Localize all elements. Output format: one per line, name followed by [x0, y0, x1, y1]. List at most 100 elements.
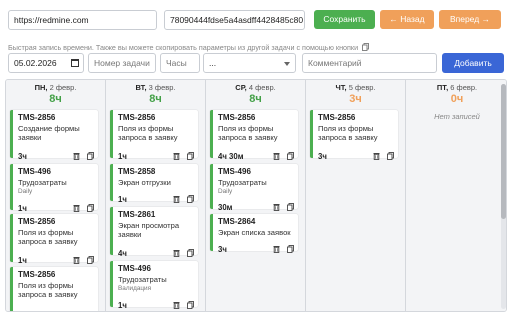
scrollbar-track[interactable] [501, 84, 506, 309]
hours-input[interactable]: Часы [160, 53, 200, 73]
activity-select[interactable]: ... [203, 53, 296, 73]
entry-task-key: TMS-2856 [18, 270, 56, 279]
entry-task-key: TMS-2856 [18, 113, 56, 122]
activity-value: ... [209, 58, 217, 68]
day-column-fri: ПТ, 6 февр. 0ч Нет записей [406, 80, 506, 311]
copy-icon[interactable] [287, 147, 294, 160]
trash-icon[interactable] [273, 240, 280, 253]
day-hours-total: 0ч [450, 93, 464, 105]
trash-icon[interactable] [73, 147, 80, 160]
day-name: ПТ, [436, 83, 449, 92]
entry-title: Трудозатраты [218, 178, 267, 187]
entry-task-key: TMS-496 [218, 167, 251, 176]
time-entry-card[interactable]: TMS-496 Трудозатраты Валидация 1ч [110, 261, 198, 310]
date-value: 05.02.2026 [14, 58, 57, 68]
time-entry-card[interactable]: TMS-2861 Экран просмотра заявки 4ч [110, 207, 198, 258]
day-date: 3 февр. [148, 83, 176, 92]
copy-icon[interactable] [287, 240, 294, 253]
day-header: ВТ, 3 февр. 8ч [106, 80, 205, 108]
entry-time: 4ч 30м [218, 152, 244, 161]
forward-button[interactable]: Вперед → [439, 10, 501, 29]
day-date: 5 февр. [348, 83, 376, 92]
entry-title: Создание формы заявки [18, 124, 80, 142]
calendar-icon[interactable] [71, 59, 79, 67]
entry-task-key: TMS-496 [118, 264, 151, 273]
day-date: 4 февр. [248, 83, 276, 92]
copy-icon[interactable] [287, 198, 294, 211]
trash-icon[interactable] [73, 251, 80, 264]
back-button[interactable]: ← Назад [380, 10, 434, 29]
redmine-url-input[interactable]: https://redmine.com [8, 10, 157, 30]
add-button[interactable]: Добавить [442, 53, 504, 73]
day-header: ПТ, 6 февр. 0ч [406, 80, 506, 108]
copy-icon[interactable] [187, 244, 194, 257]
day-name: ВТ, [135, 83, 147, 92]
entry-title: Экран отгрузки [118, 178, 171, 187]
trash-icon[interactable] [173, 147, 180, 160]
time-entry-card[interactable]: TMS-496 Трудозатраты Daily 1ч [10, 164, 98, 213]
save-button[interactable]: Сохранить [314, 10, 375, 29]
day-column-tue: ВТ, 3 февр. 8ч TMS-2856 Поля из формы за… [106, 80, 206, 311]
trash-icon[interactable] [373, 147, 380, 160]
entry-time: 1ч [18, 204, 27, 213]
time-entry-card[interactable]: TMS-2856 Поля из формы запроса в заявку … [10, 214, 98, 265]
day-name: ЧТ, [335, 83, 347, 92]
copy-icon[interactable] [187, 147, 194, 160]
time-entry-card[interactable]: TMS-2856 Поля из формы запроса в заявку … [110, 110, 198, 161]
chevron-down-icon [284, 62, 290, 66]
trash-icon[interactable] [73, 199, 80, 212]
day-column-mon: ПН, 2 февр. 8ч TMS-2856 Создание формы з… [6, 80, 106, 311]
day-name: ПН, [34, 83, 48, 92]
entry-title: Поля из формы запроса в заявку [118, 124, 178, 142]
time-entry-card[interactable]: TMS-2856 Поля из формы запроса в заявку [10, 267, 98, 311]
day-header: ПН, 2 февр. 8ч [6, 80, 105, 108]
day-header: ЧТ, 5 февр. 3ч [306, 80, 405, 108]
task-number-input[interactable]: Номер задачи [88, 53, 156, 73]
day-column-thu: ЧТ, 5 февр. 3ч TMS-2856 Поля из формы за… [306, 80, 406, 311]
week-board: ПН, 2 февр. 8ч TMS-2856 Создание формы з… [5, 79, 507, 312]
entry-task-key: TMS-2861 [118, 210, 156, 219]
entry-tag: Валидация [118, 285, 152, 292]
entry-time: 1ч [118, 195, 127, 204]
entry-time: 1ч [118, 152, 127, 161]
day-hours-total: 8ч [49, 93, 62, 105]
day-date: 2 февр. [49, 83, 77, 92]
entry-title: Поля из формы запроса в заявку [318, 124, 378, 142]
entry-time: 3ч [218, 245, 227, 254]
date-input[interactable]: 05.02.2026 [8, 53, 84, 73]
copy-icon[interactable] [387, 147, 394, 160]
copy-icon[interactable] [87, 147, 94, 160]
trash-icon[interactable] [273, 147, 280, 160]
day-column-wed: СР, 4 февр. 8ч TMS-2856 Поля из формы за… [206, 80, 306, 311]
trash-icon[interactable] [273, 198, 280, 211]
entry-task-key: TMS-2858 [118, 167, 156, 176]
entry-task-key: TMS-2856 [18, 217, 56, 226]
no-entries-text: Нет записей [434, 112, 480, 121]
entry-title: Поля из формы запроса в заявку [218, 124, 278, 142]
trash-icon[interactable] [173, 190, 180, 203]
trash-icon[interactable] [173, 244, 180, 257]
copy-icon[interactable] [187, 190, 194, 203]
time-entry-card[interactable]: TMS-2856 Поля из формы запроса в заявку … [310, 110, 398, 161]
time-entry-card[interactable]: TMS-2858 Экран отгрузки 1ч [110, 164, 198, 204]
copy-icon[interactable] [87, 251, 94, 264]
time-entry-card[interactable]: TMS-2864 Экран списка заявок 3ч [210, 214, 298, 254]
time-entry-card[interactable]: TMS-496 Трудозатраты Daily 30м [210, 164, 298, 212]
day-hours-total: 3ч [349, 93, 362, 105]
scrollbar-thumb[interactable] [501, 84, 506, 219]
comment-input[interactable]: Комментарий [302, 53, 437, 73]
entry-time: 1ч [118, 301, 127, 310]
copy-icon[interactable] [87, 199, 94, 212]
api-key-input[interactable]: 78090444fdse5a4asdff4428485c80 [164, 10, 305, 30]
trash-icon[interactable] [173, 296, 180, 309]
copy-icon [362, 43, 370, 53]
entry-task-key: TMS-2856 [218, 113, 256, 122]
entry-title: Трудозатраты [18, 178, 67, 187]
copy-icon[interactable] [187, 296, 194, 309]
quick-entry-hint: Быстрая запись времени. Также вы можете … [8, 43, 370, 53]
time-entry-card[interactable]: TMS-2856 Создание формы заявки 3ч [10, 110, 98, 161]
entry-time: 1ч [18, 256, 27, 265]
entry-time: 3ч [18, 152, 27, 161]
time-entry-card[interactable]: TMS-2856 Поля из формы запроса в заявку … [210, 110, 298, 161]
entry-time: 4ч [118, 249, 127, 258]
